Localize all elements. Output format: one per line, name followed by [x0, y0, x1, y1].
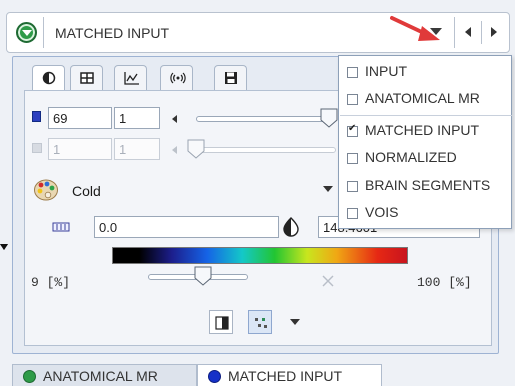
selected-image-label[interactable]: MATCHED INPUT	[55, 25, 169, 41]
divider	[43, 17, 44, 48]
value-input[interactable]	[48, 107, 112, 129]
value-slider-disabled	[196, 147, 336, 153]
grid-icon	[80, 72, 94, 84]
menu-item-anatomical-mr[interactable]: ANATOMICAL MR	[347, 90, 507, 110]
color-swatch-icon	[32, 111, 41, 122]
tab-layout[interactable]	[70, 65, 103, 90]
percent-max-label: 100 [%]	[417, 275, 472, 290]
slider-thumb[interactable]	[194, 266, 212, 286]
slider-thumb	[187, 139, 205, 159]
percent-unit: [%]	[448, 275, 472, 290]
tab-contrast[interactable]	[32, 65, 65, 92]
checkbox[interactable]	[347, 181, 358, 192]
next-arrow-icon[interactable]	[491, 27, 497, 37]
menu-item-label: ANATOMICAL MR	[365, 90, 480, 106]
menu-item-vois[interactable]: VOIS	[347, 204, 507, 224]
tab-label: MATCHED INPUT	[228, 368, 343, 384]
layers-icon	[32, 143, 42, 153]
tab-label: ANATOMICAL MR	[43, 368, 158, 384]
percent-unit: [%]	[46, 275, 71, 290]
value-input-disabled	[48, 138, 112, 160]
slider-thumb[interactable]	[320, 108, 338, 128]
tab-save[interactable]	[214, 65, 247, 90]
annotation-arrow-icon	[390, 16, 440, 41]
palette-icon[interactable]	[33, 178, 59, 202]
image-dropdown-menu: INPUT ANATOMICAL MR MATCHED INPUT NORMAL…	[338, 55, 512, 229]
menu-item-label: INPUT	[365, 63, 407, 79]
percent-min-value: 9	[31, 275, 39, 290]
signal-icon	[170, 72, 186, 84]
invert-button[interactable]	[209, 310, 233, 334]
menu-item-label: VOIS	[365, 204, 399, 220]
range-icon	[52, 222, 70, 232]
step-input-disabled	[114, 138, 160, 160]
menu-item-input[interactable]: INPUT	[347, 63, 507, 83]
checkbox[interactable]	[347, 153, 358, 164]
decrement-arrow-icon[interactable]	[172, 115, 177, 123]
divider	[481, 21, 482, 44]
scatter-icon	[255, 318, 267, 328]
percent-max-value: 100	[417, 275, 441, 290]
dropdown-circle-icon[interactable]	[16, 22, 37, 43]
floppy-disk-icon	[225, 72, 237, 84]
colorbar[interactable]	[112, 247, 408, 264]
menu-separator	[340, 115, 512, 116]
green-circle-icon	[23, 370, 36, 383]
checkbox[interactable]	[347, 208, 358, 219]
menu-item-label: MATCHED INPUT	[365, 122, 480, 138]
value-slider[interactable]	[196, 116, 336, 122]
contrast-drop-icon[interactable]	[282, 217, 300, 237]
tab-histogram[interactable]	[114, 65, 147, 90]
chevron-down-icon[interactable]	[323, 186, 333, 192]
checkbox-checked[interactable]	[347, 123, 358, 137]
invert-icon	[215, 316, 229, 330]
menu-item-label: BRAIN SEGMENTS	[365, 177, 491, 193]
half-circle-icon	[42, 71, 56, 85]
divider	[454, 17, 455, 48]
menu-item-matched-input[interactable]: MATCHED INPUT	[347, 122, 507, 142]
tab-signal[interactable]	[160, 65, 193, 90]
checkbox[interactable]	[347, 67, 358, 78]
step-input[interactable]	[114, 107, 160, 129]
close-icon[interactable]	[322, 275, 334, 287]
menu-item-normalized[interactable]: NORMALIZED	[347, 149, 507, 169]
percent-min-label: 9 [%]	[31, 275, 70, 290]
colormap-label[interactable]: Cold	[72, 183, 101, 199]
decrement-arrow-icon	[172, 146, 177, 154]
tab-matched-input[interactable]: MATCHED INPUT	[197, 364, 382, 386]
scatter-view-button[interactable]	[248, 310, 272, 334]
chevron-down-icon[interactable]	[290, 319, 300, 325]
blue-circle-icon	[208, 370, 221, 383]
range-min-input[interactable]	[94, 216, 279, 238]
tab-anatomical-mr[interactable]: ANATOMICAL MR	[12, 364, 197, 386]
colorbar-max-marker[interactable]	[0, 244, 8, 250]
histogram-icon	[124, 72, 139, 85]
checkbox[interactable]	[347, 94, 358, 105]
previous-arrow-icon[interactable]	[465, 27, 471, 37]
menu-item-label: NORMALIZED	[365, 149, 457, 165]
menu-item-brain-segments[interactable]: BRAIN SEGMENTS	[347, 177, 507, 197]
